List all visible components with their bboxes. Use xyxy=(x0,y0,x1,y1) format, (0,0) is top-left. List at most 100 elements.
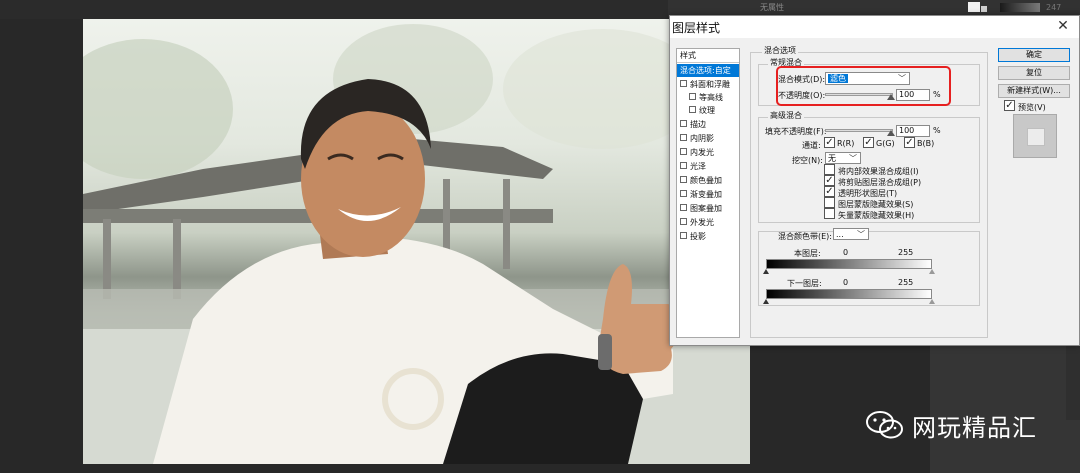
style-checkbox[interactable] xyxy=(680,176,687,183)
style-checkbox[interactable] xyxy=(689,93,696,100)
style-item-label: 光泽 xyxy=(690,162,706,171)
style-item-stroke[interactable]: 描边 xyxy=(677,118,739,131)
chevron-down-icon: ﹀ xyxy=(849,154,857,163)
style-checkbox[interactable] xyxy=(680,232,687,239)
this-layer-gradient xyxy=(766,259,932,269)
style-item-label: 颜色叠加 xyxy=(690,176,722,185)
under-layer-min: 0 xyxy=(843,278,849,287)
style-checkbox[interactable] xyxy=(689,106,696,113)
channel-r-checkbox[interactable]: ✓ xyxy=(824,137,835,148)
fill-opacity-unit: % xyxy=(933,126,941,135)
channel-r-label: R(R) xyxy=(837,139,855,148)
style-item-blending-options[interactable]: 混合选项:自定 xyxy=(677,64,739,77)
blend-if-label: 混合颜色带(E): xyxy=(778,232,832,241)
styles-list-header: 样式 xyxy=(677,49,739,63)
under-layer-label: 下一图层: xyxy=(787,279,822,288)
layer-mask-hides-label: 图层蒙版隐藏效果(S) xyxy=(838,200,914,209)
style-checkbox[interactable] xyxy=(680,120,687,127)
vector-mask-hides-label: 矢量蒙版隐藏效果(H) xyxy=(838,211,915,220)
style-item-label: 内阴影 xyxy=(690,134,714,143)
style-item-contour[interactable]: 等高线 xyxy=(677,91,739,104)
layer-mask-thumbnail[interactable] xyxy=(981,6,987,12)
style-item-label: 内发光 xyxy=(690,148,714,157)
ok-button[interactable]: 确定 xyxy=(998,48,1070,62)
document-canvas-photo[interactable] xyxy=(83,19,750,464)
fill-opacity-label: 填充不透明度(F): xyxy=(765,127,827,136)
channel-g-checkbox[interactable]: ✓ xyxy=(863,137,874,148)
vector-mask-hides-checkbox[interactable] xyxy=(824,208,835,219)
style-item-label: 混合选项:自定 xyxy=(680,66,731,75)
panel-gradient-slider[interactable] xyxy=(1000,3,1040,12)
style-item-outer-glow[interactable]: 外发光 xyxy=(677,216,739,229)
style-checkbox[interactable] xyxy=(680,204,687,211)
style-checkbox[interactable] xyxy=(680,162,687,169)
style-item-inner-shadow[interactable]: 内阴影 xyxy=(677,132,739,145)
styles-list: 样式 混合选项:自定 斜面和浮雕 等高线 纹理 描边 内阴影 内发光 光泽 颜色… xyxy=(676,48,740,338)
style-item-color-overlay[interactable]: 颜色叠加 xyxy=(677,174,739,187)
channel-g-label: G(G) xyxy=(876,139,895,148)
style-checkbox[interactable] xyxy=(680,80,687,87)
watermark-text: 网玩精品汇 xyxy=(912,414,1037,442)
this-layer-black-slider[interactable] xyxy=(763,269,769,274)
preview-checkbox[interactable]: ✓ xyxy=(1004,100,1015,111)
layer-style-dialog: 图层样式 ✕ 样式 混合选项:自定 斜面和浮雕 等高线 纹理 描边 内阴影 内发… xyxy=(669,15,1080,346)
style-item-label: 等高线 xyxy=(699,93,723,102)
fill-opacity-slider-track[interactable] xyxy=(825,129,893,132)
transparency-shapes-label: 透明形状图层(T) xyxy=(838,189,898,198)
properties-panel-label: 无属性 xyxy=(760,3,784,12)
style-item-label: 纹理 xyxy=(699,106,715,115)
panel-value: 247 xyxy=(1046,3,1062,12)
this-layer-white-slider[interactable] xyxy=(929,269,935,274)
this-layer-label: 本图层: xyxy=(794,249,821,258)
style-item-gradient-overlay[interactable]: 渐变叠加 xyxy=(677,188,739,201)
under-layer-max: 255 xyxy=(898,278,914,287)
style-checkbox[interactable] xyxy=(680,190,687,197)
style-item-satin[interactable]: 光泽 xyxy=(677,160,739,173)
under-layer-gradient xyxy=(766,289,932,299)
style-checkbox[interactable] xyxy=(680,218,687,225)
under-layer-white-slider[interactable] xyxy=(929,299,935,304)
style-preview-inner xyxy=(1027,128,1045,146)
channel-b-checkbox[interactable]: ✓ xyxy=(904,137,915,148)
style-item-label: 外发光 xyxy=(690,218,714,227)
this-layer-max: 255 xyxy=(898,248,914,257)
style-preview-swatch xyxy=(1013,114,1057,158)
knockout-value: 无 xyxy=(828,154,836,163)
style-item-pattern-overlay[interactable]: 图案叠加 xyxy=(677,202,739,215)
blend-clipped-layers-checkbox[interactable]: ✓ xyxy=(824,175,835,186)
blend-interior-effects-checkbox[interactable] xyxy=(824,164,835,175)
knockout-label: 挖空(N): xyxy=(792,156,823,165)
blend-if-select[interactable]: ... ﹀ xyxy=(833,228,869,240)
close-icon[interactable]: ✕ xyxy=(1053,18,1073,36)
under-layer-black-slider[interactable] xyxy=(763,299,769,304)
style-checkbox[interactable] xyxy=(680,134,687,141)
style-item-texture[interactable]: 纹理 xyxy=(677,104,739,117)
channels-label: 通道: xyxy=(802,141,821,150)
style-item-label: 描边 xyxy=(690,120,706,129)
style-item-bevel-emboss[interactable]: 斜面和浮雕 xyxy=(677,78,739,91)
blend-interior-effects-label: 将内部效果混合成组(I) xyxy=(838,167,919,176)
reset-button[interactable]: 复位 xyxy=(998,66,1070,80)
blending-options-title: 混合选项 xyxy=(762,45,798,56)
new-style-button[interactable]: 新建样式(W)... xyxy=(998,84,1070,98)
style-checkbox[interactable] xyxy=(680,148,687,155)
preview-label: 预览(V) xyxy=(1018,103,1046,112)
fill-opacity-input[interactable]: 100 xyxy=(896,125,930,137)
knockout-select[interactable]: 无 ﹀ xyxy=(825,152,861,164)
chevron-down-icon: ﹀ xyxy=(857,230,865,239)
transparency-shapes-checkbox[interactable]: ✓ xyxy=(824,186,835,197)
layer-mask-hides-checkbox[interactable] xyxy=(824,197,835,208)
blend-clipped-layers-label: 将剪贴图层混合成组(P) xyxy=(838,178,922,187)
fill-opacity-slider-thumb[interactable] xyxy=(887,130,895,136)
channel-b-label: B(B) xyxy=(917,139,935,148)
advanced-blending-title: 高级混合 xyxy=(768,110,804,121)
style-item-inner-glow[interactable]: 内发光 xyxy=(677,146,739,159)
style-item-label: 斜面和浮雕 xyxy=(690,80,730,89)
layer-thumbnail[interactable] xyxy=(968,2,980,12)
style-item-label: 渐变叠加 xyxy=(690,190,722,199)
dialog-titlebar[interactable]: 图层样式 ✕ xyxy=(670,16,1079,38)
style-item-drop-shadow[interactable]: 投影 xyxy=(677,230,739,243)
blend-if-value: ... xyxy=(836,230,844,239)
wechat-icon xyxy=(866,411,903,439)
photo-illustration xyxy=(83,24,750,464)
